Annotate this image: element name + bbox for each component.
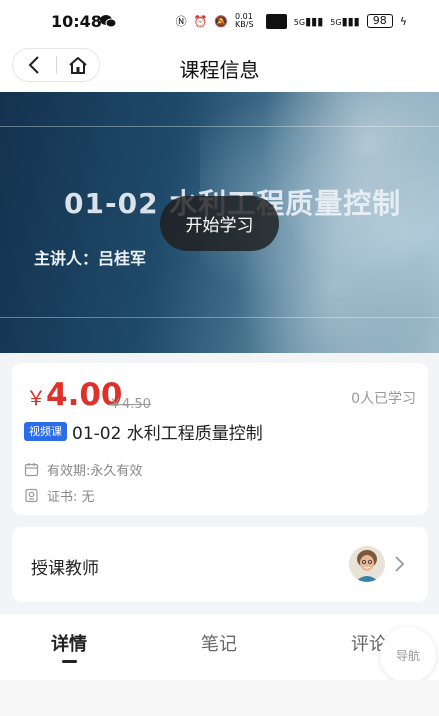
learner-count: 0人已学习 <box>351 391 416 407</box>
validity-row: 有效期:永久有效 <box>24 460 142 479</box>
tab-notes[interactable]: 笔记 <box>201 630 237 656</box>
hd-badge: HD <box>266 13 287 29</box>
charging-icon: ϟ <box>399 14 407 28</box>
course-banner: 01-02 水利工程质量控制 主讲人：吕桂军 开始学习 <box>0 92 439 353</box>
teacher-label: 授课教师 <box>31 559 99 579</box>
banner-line-bottom <box>0 317 439 318</box>
calendar-icon <box>24 463 39 477</box>
page-title: 课程信息 <box>179 58 260 82</box>
network-speed: 0.01 KB/S <box>235 12 254 29</box>
mute-icon: 🔕 <box>214 14 229 28</box>
certificate-row: 证书: 无 <box>24 486 95 505</box>
banner-speaker: 主讲人：吕桂军 <box>34 249 147 268</box>
teacher-avatar <box>349 546 385 582</box>
course-name: 01-02 水利工程质量控制 <box>72 424 263 444</box>
tab-active-indicator <box>62 660 77 663</box>
teacher-card[interactable]: 授课教师 <box>12 527 428 602</box>
wechat-icon <box>100 15 116 28</box>
status-bar: 10:48 Ⓝ ⏰ 🔕 0.01 KB/S HD 5G▮▮▮ 5G▮▮▮ 98 … <box>0 0 439 42</box>
certificate-icon <box>25 488 38 503</box>
avatar-illustration <box>349 546 385 582</box>
tab-bar: 详情 笔记 评论 <box>0 614 439 680</box>
currency-symbol: ￥ <box>26 386 46 410</box>
alarm-icon: ⏰ <box>193 14 208 28</box>
validity-text: 有效期:永久有效 <box>47 464 143 479</box>
nav-bar: 课程信息 <box>0 42 439 92</box>
original-price: ￥4.50 <box>109 397 151 412</box>
start-learning-button[interactable]: 开始学习 <box>160 196 279 251</box>
certificate-text: 证书: 无 <box>47 490 95 505</box>
tab-details[interactable]: 详情 <box>51 630 87 656</box>
status-icons: Ⓝ ⏰ 🔕 0.01 KB/S HD 5G▮▮▮ 5G▮▮▮ 98 ϟ <box>176 11 407 31</box>
course-info-card: ￥4.00 ￥4.50 0人已学习 视频课 01-02 水利工程质量控制 有效期… <box>12 363 428 515</box>
content-area <box>0 680 439 716</box>
nfc-icon: Ⓝ <box>175 15 187 28</box>
signal-5g-2: 5G▮▮▮ <box>330 14 360 28</box>
signal-5g-1: 5G▮▮▮ <box>293 14 324 28</box>
banner-line-top <box>0 126 439 127</box>
battery-icon: 98 <box>366 14 393 28</box>
status-time: 10:48 <box>51 12 102 31</box>
chevron-right-icon <box>395 556 405 572</box>
floating-nav-button[interactable]: 导航 <box>380 627 436 683</box>
course-type-badge: 视频课 <box>24 422 67 441</box>
